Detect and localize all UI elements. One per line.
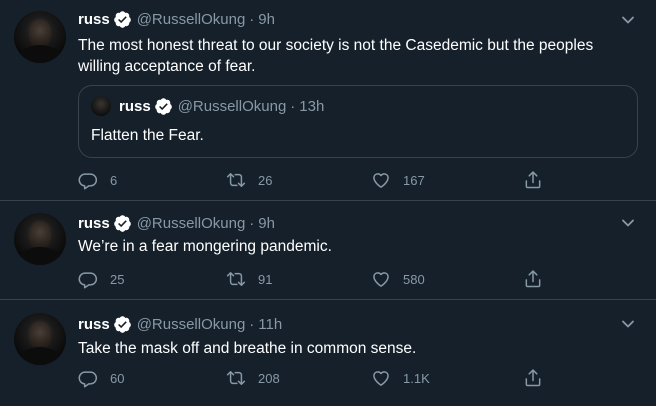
retweet-icon [226,371,246,385]
like-button[interactable]: 167 [371,169,425,191]
author-name[interactable]: russ [78,215,110,232]
verified-badge-icon [113,214,131,232]
like-button[interactable]: 1.1K [371,367,430,389]
tweet-header: russ @RussellOkung · 11h [78,314,282,334]
like-count: 167 [403,172,425,188]
avatar[interactable] [14,313,66,365]
verified-badge-icon [113,10,131,28]
retweet-button[interactable]: 26 [226,169,272,191]
separator: · [249,315,255,333]
avatar[interactable] [14,213,66,265]
tweet-header: russ @RussellOkung · 9h [78,213,275,233]
share-button[interactable] [523,367,555,389]
tweet-text: The most honest threat to our society is… [78,37,594,75]
verified-badge-icon [113,315,131,333]
avatar[interactable] [14,11,66,63]
quote-avatar [91,96,111,116]
tweet-1[interactable]: russ @RussellOkung · 9h The most honest … [0,0,656,201]
reply-icon [78,371,98,388]
share-icon [525,171,541,189]
timestamp[interactable]: 9h [258,11,275,28]
author-handle[interactable]: @RussellOkung [137,316,246,333]
heart-icon [373,173,389,188]
tweet-actions: 60 208 1.1K [78,367,558,389]
like-count: 1.1K [403,370,430,386]
quote-author-handle: @RussellOkung [177,97,287,115]
tweet-3[interactable]: russ @RussellOkung · 11h Take the mask o… [0,300,656,406]
quote-timestamp: 13h [299,97,325,115]
chevron-down-icon[interactable] [620,316,636,332]
retweet-count: 91 [258,271,273,287]
separator: · [249,10,255,28]
tweet-header: russ @RussellOkung · 9h [78,9,275,29]
reply-count: 60 [110,370,125,386]
tweet-actions: 6 26 167 [78,169,558,191]
chevron-down-icon[interactable] [620,215,636,231]
reply-icon [78,272,98,289]
reply-button[interactable]: 6 [78,169,117,191]
tweet-text: Take the mask off and breathe in common … [78,340,417,357]
retweet-button[interactable]: 208 [226,367,280,389]
author-name[interactable]: russ [78,11,110,28]
quote-header: russ @RussellOkung · 13h [119,96,324,116]
quoted-tweet[interactable]: russ @RussellOkung · 13h Flatten the Fea… [78,85,638,158]
reply-count: 6 [110,172,118,188]
timestamp[interactable]: 11h [258,316,282,333]
author-handle[interactable]: @RussellOkung [137,215,246,232]
retweet-icon [226,173,246,187]
share-icon [525,369,541,387]
tweet-actions: 25 91 580 [78,268,558,290]
reply-icon [78,173,98,190]
reply-button[interactable]: 25 [78,268,124,290]
author-handle[interactable]: @RussellOkung [137,11,246,28]
retweet-button[interactable]: 91 [226,268,272,290]
timestamp[interactable]: 9h [258,215,275,232]
quote-text: Flatten the Fear. [91,127,204,144]
tweet-2[interactable]: russ @RussellOkung · 9h We’re in a fear … [0,201,656,300]
retweet-icon [226,272,246,286]
author-name[interactable]: russ [78,316,110,333]
chevron-down-icon[interactable] [620,12,636,28]
share-button[interactable] [523,169,555,191]
verified-badge-icon [154,97,172,115]
timeline: russ @RussellOkung · 9h The most honest … [0,0,656,406]
heart-icon [373,371,389,386]
retweet-count: 208 [258,370,280,386]
reply-count: 25 [110,271,125,287]
heart-icon [373,272,389,287]
share-icon [525,270,541,288]
share-button[interactable] [523,268,555,290]
quote-author-name: russ [119,97,151,115]
like-count: 580 [403,271,425,287]
reply-button[interactable]: 60 [78,367,124,389]
like-button[interactable]: 580 [371,268,425,290]
retweet-count: 26 [258,172,273,188]
separator: · [249,214,255,232]
tweet-text: We’re in a fear mongering pandemic. [78,238,332,255]
separator: · [290,97,296,115]
